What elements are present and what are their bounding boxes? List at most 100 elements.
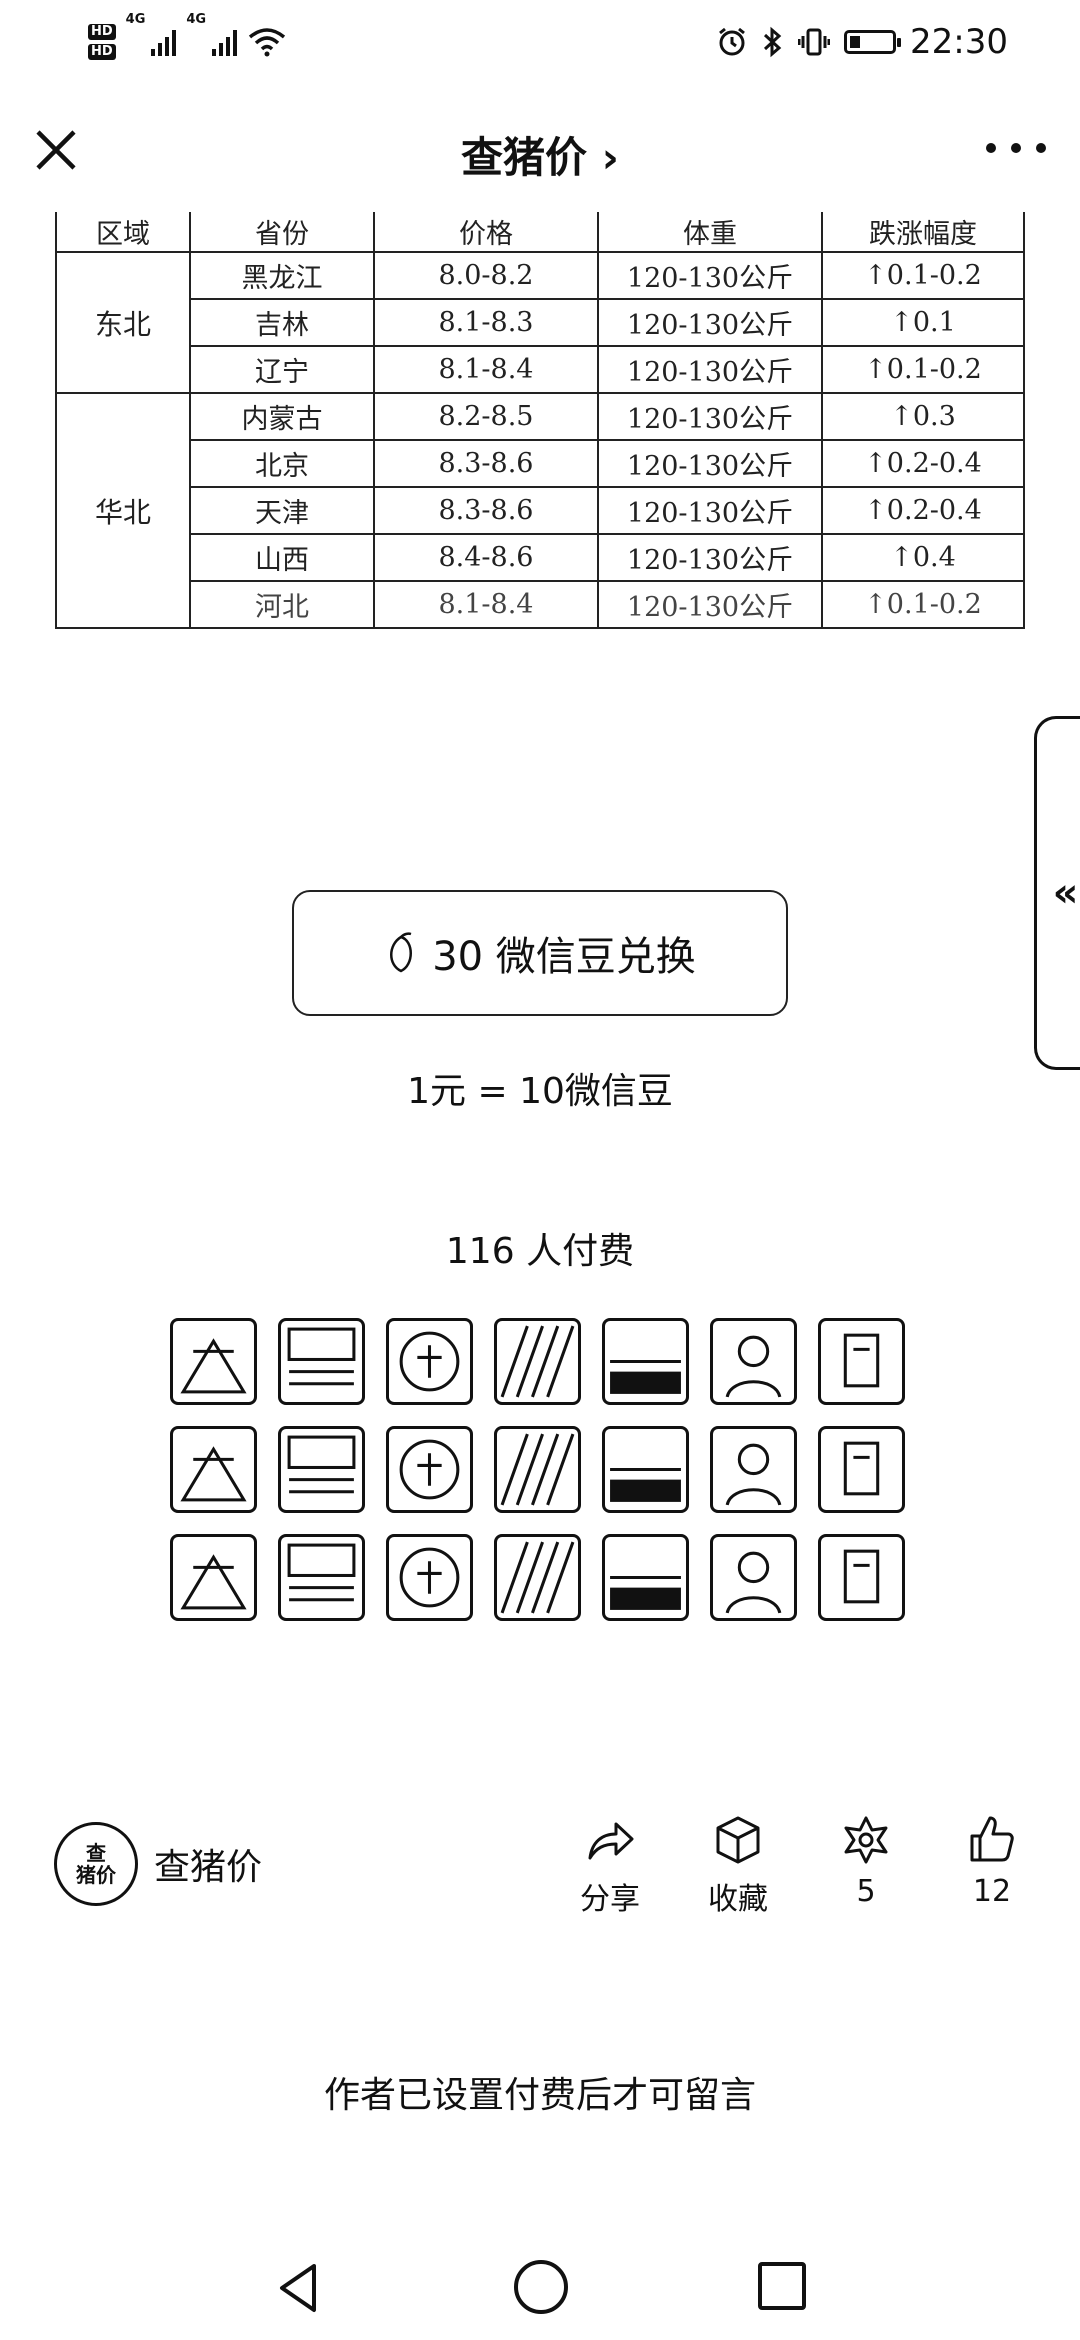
province-cell: 内蒙古 [189,392,375,441]
payer-avatar[interactable] [278,1426,365,1513]
change-cell: ↑0.1-0.2 [821,580,1025,629]
payer-avatar[interactable] [494,1426,581,1513]
avatar-image [725,1335,782,1398]
payer-avatar[interactable] [710,1318,797,1405]
avatar-image [843,1441,880,1496]
wow-star-icon [844,1816,888,1864]
network-type: 4G [186,12,207,27]
payer-avatar[interactable] [170,1426,257,1513]
hd-badge: HD [88,24,116,40]
hd-badge: HD [88,44,116,60]
favorite-button[interactable]: 收藏 [688,1812,788,1918]
province-cell: 黑龙江 [189,251,375,300]
hd-badges: HD HD [88,24,116,60]
payer-avatar[interactable] [602,1426,689,1513]
top-bar: 查猪价 › [0,100,1080,200]
signal-icon [151,28,177,56]
clock: 22:30 [910,22,1008,62]
avatar-image [610,1359,681,1394]
payer-avatar[interactable] [602,1318,689,1405]
price-cell: 8.1-8.4 [373,345,599,394]
network-type: 4G [125,12,146,27]
avatar-image [725,1443,782,1506]
like-button[interactable]: 12 [942,1812,1042,1909]
table-row: 山西 8.4-8.6 120-130公斤 ↑0.4 [56,533,1025,582]
avatar-image [500,1325,575,1398]
avatar-image [287,1435,356,1494]
navigation-bar [0,2240,1080,2340]
province-cell: 吉林 [189,298,375,347]
exchange-rate: 1元 = 10微信豆 [407,1071,673,1112]
table-row: 河北 8.1-8.4 120-130公斤 ↑0.1-0.2 [56,580,1025,629]
wow-button[interactable]: 5 [816,1812,916,1909]
payer-avatar[interactable] [710,1426,797,1513]
alarm-icon [719,27,745,56]
change-cell: ↑0.4 [821,533,1025,582]
box-icon [716,1816,760,1864]
header-change: 跌涨幅度 [821,212,1025,253]
change-cell: ↑0.1 [821,298,1025,347]
payer-avatar[interactable] [818,1318,905,1405]
avatar-image [843,1549,880,1604]
payer-avatar[interactable] [278,1534,365,1621]
wow-count: 5 [856,1874,876,1909]
province-cell: 辽宁 [189,345,375,394]
share-button[interactable]: 分享 [560,1812,660,1918]
price-table: 区域 省份 价格 体重 跌涨幅度 东北 黑龙江 8.0-8.2 120-130公… [55,212,1025,629]
payer-avatar[interactable] [818,1426,905,1513]
payer-avatar[interactable] [494,1534,581,1621]
double-chevron-left-icon: « [1052,870,1079,916]
change-cell: ↑0.2-0.4 [821,486,1025,535]
avatar-image [180,1338,247,1394]
table-row: 北京 8.3-8.6 120-130公斤 ↑0.2-0.4 [56,439,1025,488]
status-right: 22:30 [716,18,1008,66]
avatar-image [500,1541,575,1614]
more-options-icon[interactable] [986,128,1046,168]
weight-cell: 120-130公斤 [597,533,823,582]
author[interactable]: 查 猪价 查猪价 [54,1822,262,1906]
share-label: 分享 [580,1882,640,1917]
favorite-label: 收藏 [708,1882,768,1917]
payer-avatar[interactable] [386,1426,473,1513]
price-cell: 8.0-8.2 [373,251,599,300]
payer-avatar[interactable] [170,1318,257,1405]
avatar-image [287,1327,356,1386]
side-expand-tab[interactable]: « [1034,716,1080,1070]
table-row: 华北 内蒙古 8.2-8.5 120-130公斤 ↑0.3 [55,392,1025,629]
payer-avatar-grid [170,1318,910,1621]
wifi-icon [248,28,286,57]
status-bar: HD HD 4G 4G 22:30 [0,0,1080,84]
payer-avatar[interactable] [170,1534,257,1621]
change-cell: ↑0.2-0.4 [821,439,1025,488]
payer-avatar[interactable] [818,1534,905,1621]
avatar-image [843,1333,880,1388]
paid-count: 116 人付费 [445,1231,635,1272]
battery-icon [844,30,902,54]
nav-home-icon[interactable] [514,2260,568,2314]
payer-avatar[interactable] [710,1534,797,1621]
payer-avatar[interactable] [602,1534,689,1621]
avatar-image [180,1446,247,1502]
weight-cell: 120-130公斤 [597,486,823,535]
redeem-button[interactable]: 30 微信豆兑换 [292,890,788,1016]
avatar-image [399,1439,460,1500]
nav-back-icon[interactable] [270,2258,330,2318]
payer-avatar[interactable] [494,1318,581,1405]
payer-avatar[interactable] [386,1318,473,1405]
bean-icon [390,932,413,973]
vibrate-icon [798,28,831,56]
payer-avatar[interactable] [386,1534,473,1621]
weight-cell: 120-130公斤 [597,345,823,394]
author-avatar[interactable]: 查 猪价 [54,1822,138,1906]
nav-recent-apps-icon[interactable] [758,2262,806,2310]
change-cell: ↑0.1-0.2 [821,251,1025,300]
page-title[interactable]: 查猪价 › [0,124,1080,185]
price-cell: 8.2-8.5 [373,392,599,441]
author-name[interactable]: 查猪价 [154,1838,262,1890]
redeem-button-label: 30 微信豆兑换 [432,934,696,980]
province-cell: 河北 [189,580,375,629]
payer-avatar[interactable] [278,1318,365,1405]
weight-cell: 120-130公斤 [597,298,823,347]
table-row: 东北 黑龙江 8.0-8.2 120-130公斤 ↑0.1-0.2 [55,251,1025,394]
avatar-image [725,1551,782,1614]
